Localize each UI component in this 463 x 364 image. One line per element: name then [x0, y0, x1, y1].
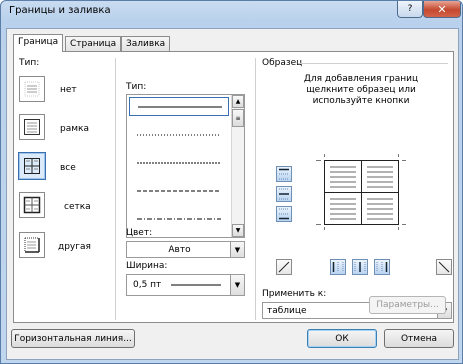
border-right-icon — [376, 262, 388, 272]
apply-value: таблице — [267, 305, 307, 316]
apply-label: Применить к: — [262, 289, 327, 299]
chevron-down-icon[interactable]: ▼ — [230, 275, 244, 295]
border-left-icon — [332, 262, 344, 272]
line-style-dash-short[interactable] — [129, 153, 229, 172]
setting-all[interactable] — [18, 152, 46, 180]
tab-fill[interactable]: Заливка — [121, 36, 171, 51]
line-dash-icon — [137, 190, 221, 191]
diagonal-up-button[interactable] — [436, 259, 452, 275]
line-dotted-icon — [137, 134, 221, 135]
border-grid-icon — [23, 196, 41, 214]
preview-table[interactable] — [316, 154, 406, 230]
border-inside-v-icon — [354, 262, 366, 272]
scroll-down-icon[interactable]: ▼ — [232, 224, 244, 237]
setting-none-label: нет — [60, 85, 77, 95]
chevron-down-icon[interactable]: ▼ — [230, 242, 244, 257]
border-inside-v-button[interactable] — [352, 259, 368, 275]
setting-grid[interactable] — [19, 192, 45, 218]
border-top-icon — [279, 168, 289, 180]
border-inside-h-button[interactable] — [276, 186, 292, 202]
border-none-icon — [24, 81, 40, 97]
tab-page[interactable]: Страница — [65, 36, 122, 51]
close-icon: ✕ — [437, 2, 447, 16]
line-dash-short-icon — [137, 162, 221, 163]
line-style-solid[interactable] — [129, 97, 229, 116]
cancel-button[interactable]: Отмена — [384, 329, 454, 348]
border-inside-h-icon — [279, 188, 289, 200]
border-left-button[interactable] — [330, 259, 346, 275]
line-solid-icon — [138, 106, 222, 107]
setting-none[interactable] — [19, 76, 45, 102]
dialog-window: Границы и заливка ? ✕ Граница Страница З… — [0, 0, 463, 364]
setting-custom[interactable] — [19, 232, 45, 258]
preview-rule — [298, 63, 448, 64]
border-box-icon — [24, 119, 40, 135]
close-button[interactable]: ✕ — [423, 1, 461, 18]
separator — [115, 58, 116, 320]
preview-label: Образец — [262, 58, 303, 68]
params-button[interactable]: Параметры... — [369, 296, 446, 314]
help-button[interactable]: ? — [397, 1, 423, 18]
scroll-thumb[interactable]: ≡ — [232, 109, 244, 127]
width-label: Ширина: — [126, 261, 168, 271]
horizontal-line-button[interactable]: Горизонтальная линия... — [11, 329, 135, 348]
border-all-icon — [24, 158, 40, 174]
diagonal-up-icon — [438, 261, 450, 273]
preview-hint: Для добавления границ щелкните образец и… — [303, 74, 419, 106]
diagonal-down-icon — [278, 261, 290, 273]
setting-all-label: все — [60, 163, 76, 173]
help-icon: ? — [407, 4, 413, 14]
width-select[interactable]: 0,5 пт ▼ — [126, 274, 245, 296]
width-line-icon — [171, 284, 222, 286]
line-style-dotted[interactable] — [129, 125, 229, 144]
line-dash-dot-icon — [137, 218, 221, 219]
setting-grid-label: сетка — [64, 202, 91, 212]
color-value: Авто — [168, 244, 191, 255]
preview-area[interactable] — [316, 154, 406, 230]
dialog-client: Граница Страница Заливка Тип: нет рамка … — [6, 28, 459, 360]
width-value: 0,5 пт — [133, 280, 162, 290]
line-style-scrollbar[interactable]: ▲ ≡ ▼ — [231, 95, 244, 237]
tab-panel: Тип: нет рамка все сетка другая Тип: ▲ ≡… — [13, 51, 454, 323]
border-custom-icon — [24, 237, 40, 253]
ok-button[interactable]: ОК — [307, 329, 377, 348]
border-right-button[interactable] — [374, 259, 390, 275]
diagonal-down-button[interactable] — [276, 259, 292, 275]
color-select[interactable]: Авто ▼ — [126, 241, 245, 258]
window-title: Границы и заливка — [9, 5, 111, 16]
setting-box-label: рамка — [60, 124, 89, 134]
border-bottom-button[interactable] — [276, 206, 292, 222]
color-label: Цвет: — [126, 228, 153, 238]
line-style-list[interactable]: ▲ ≡ ▼ — [126, 94, 245, 238]
separator — [255, 58, 256, 320]
border-top-button[interactable] — [276, 166, 292, 182]
type-label: Тип: — [19, 58, 40, 68]
line-style-dash-dot[interactable] — [129, 209, 229, 228]
style-label: Тип: — [126, 82, 147, 92]
setting-custom-label: другая — [58, 242, 91, 252]
setting-box[interactable] — [19, 114, 45, 140]
tab-border[interactable]: Граница — [13, 34, 64, 52]
scroll-up-icon[interactable]: ▲ — [232, 95, 244, 108]
line-style-dash[interactable] — [129, 181, 229, 200]
border-bottom-icon — [279, 208, 289, 220]
